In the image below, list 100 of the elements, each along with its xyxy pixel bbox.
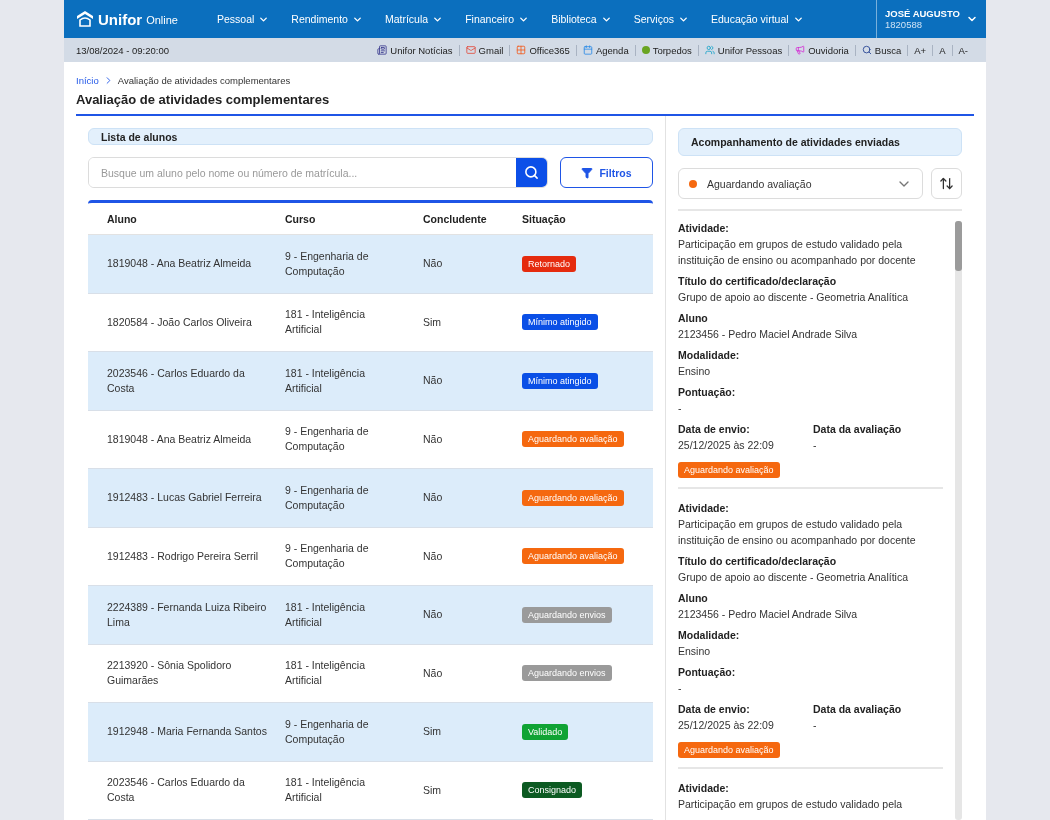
quick-link[interactable]: Busca bbox=[854, 44, 908, 56]
status-badge: Mínimo atingido bbox=[522, 314, 598, 331]
field-value: - bbox=[813, 438, 818, 453]
table-row[interactable]: 1819048 - Ana Beatriz Almeida 9 - Engenharia de Computação Não Retornado bbox=[88, 235, 653, 294]
table-cell-text: Não bbox=[423, 490, 444, 506]
table-cell-text: Sim bbox=[423, 724, 443, 740]
table-row[interactable]: 2224389 - Fernanda Luiza Ribeiro Lima 181 - Inteligência Artificial Não Aguardando envios bbox=[88, 586, 653, 645]
status-badge: Aguardando avaliação bbox=[522, 431, 624, 448]
breadcrumb-link[interactable]: Início bbox=[76, 75, 99, 86]
status-badge: Validado bbox=[522, 723, 569, 740]
column-header: Situação bbox=[522, 212, 567, 225]
field-value: 25/12/2025 às 22:09 bbox=[678, 718, 775, 733]
logo-suffix: Online bbox=[146, 14, 178, 26]
status-badge: Consignado bbox=[522, 782, 583, 799]
table-cell-text: 2023546 - Carlos Eduardo da Costa bbox=[107, 365, 246, 396]
table-cell-text: 1912483 - Rodrigo Pereira Serril bbox=[107, 548, 260, 564]
table-cell-text: 1819048 - Ana Beatriz Almeida bbox=[107, 256, 253, 272]
page-title: Avaliação de atividades complementares bbox=[76, 92, 974, 116]
table-cell-text: Não bbox=[423, 256, 444, 272]
field-label: Data de envio: bbox=[678, 702, 751, 717]
table-cell-text: 2023546 - Carlos Eduardo da Costa bbox=[107, 775, 246, 806]
field-value: Grupo de apoio ao discente - Geometria Analítica bbox=[678, 290, 909, 305]
field-label: Título do certificado/declaração bbox=[678, 554, 838, 569]
table-cell-text: Não bbox=[423, 548, 444, 564]
table-cell-text: 1912483 - Lucas Gabriel Ferreira bbox=[107, 490, 263, 506]
field-label: Atividade: bbox=[678, 781, 730, 796]
field-label: Atividade: bbox=[678, 501, 730, 516]
field-label: Aluno bbox=[678, 591, 709, 606]
quick-link[interactable]: Agenda bbox=[575, 44, 635, 56]
field-value: Participação em grupos de estudo validado pela bbox=[678, 797, 904, 812]
search-field[interactable]: Busque um aluno pelo nome ou número de matrícula... bbox=[88, 157, 548, 188]
table-cell-text: 9 - Engenharia de Computação bbox=[285, 248, 370, 279]
table-cell-text: 181 - Inteligência Artificial bbox=[285, 365, 366, 396]
field-value: Participação em grupos de estudo validado pela instituição de ensino ou acompanhado por docente bbox=[678, 517, 917, 548]
section-header: Acompanhamento de atividades enviadas bbox=[678, 128, 962, 156]
quick-link[interactable]: A bbox=[932, 44, 952, 56]
status-badge: Mínimo atingido bbox=[522, 372, 598, 389]
table-row[interactable]: 2023546 - Carlos Eduardo da Costa 181 - Inteligência Artificial Não Mínimo atingido bbox=[88, 352, 653, 411]
field-value: 2123456 - Pedro Maciel Andrade Silva bbox=[678, 607, 859, 622]
nav-menu-item[interactable]: Rendimento bbox=[280, 13, 374, 25]
table-cell-text: 181 - Inteligência Artificial bbox=[285, 307, 366, 338]
field-value: Ensino bbox=[678, 644, 712, 659]
field-label: Título do certificado/declaração bbox=[678, 274, 838, 289]
nav-menu-item[interactable]: Financeiro bbox=[454, 13, 541, 25]
table-cell-text: Sim bbox=[423, 782, 443, 798]
field-label: Modalidade: bbox=[678, 628, 741, 643]
table-row[interactable]: 1912483 - Lucas Gabriel Ferreira 9 - Engenharia de Computação Não Aguardando avaliação bbox=[88, 469, 653, 528]
table-cell-text: Não bbox=[423, 665, 444, 681]
field-value: Participação em grupos de estudo validado pela instituição de ensino ou acompanhado por docente bbox=[678, 237, 917, 268]
user-id: 1820588 bbox=[885, 19, 923, 30]
status-badge: Aguardando avaliação bbox=[522, 548, 624, 565]
table-cell-text: Não bbox=[423, 607, 444, 623]
table-cell-text: 1820584 - João Carlos Oliveira bbox=[107, 314, 253, 330]
field-label: Aluno bbox=[678, 311, 709, 326]
field-value: Ensino bbox=[678, 364, 712, 379]
quick-link[interactable]: Gmail bbox=[458, 44, 510, 56]
field-value: 2123456 - Pedro Maciel Andrade Silva bbox=[678, 327, 859, 342]
table-cell-text: 1912948 - Maria Fernanda Santos bbox=[107, 724, 268, 740]
column-header: Aluno bbox=[107, 212, 138, 225]
field-label: Data de envio: bbox=[678, 422, 751, 437]
table-cell-text: 2224389 - Fernanda Luiza Ribeiro Lima bbox=[107, 599, 268, 630]
nav-menu-item[interactable]: Biblioteca bbox=[540, 13, 623, 25]
logo-name: Unifor bbox=[98, 10, 143, 28]
column-header: Concludente bbox=[423, 212, 488, 225]
field-label: Data da avaliação bbox=[813, 702, 903, 717]
table-cell-text: 181 - Inteligência Artificial bbox=[285, 775, 366, 806]
nav-menu-item[interactable]: Serviços bbox=[622, 13, 700, 25]
quick-link[interactable]: Unifor Notícias bbox=[371, 44, 459, 56]
quick-link[interactable]: Unifor Pessoas bbox=[697, 44, 789, 56]
status-badge: Aguardando avaliação bbox=[522, 489, 624, 506]
status-badge: Aguardando envios bbox=[522, 606, 612, 623]
quick-link[interactable]: Ouvidoria bbox=[788, 44, 855, 56]
quick-link[interactable]: A- bbox=[951, 44, 974, 56]
table-cell-text: 2213920 - Sônia Spolidoro Guimarães bbox=[107, 658, 233, 689]
status-badge: Aguardando avaliação bbox=[678, 742, 780, 758]
table-cell-text: 181 - Inteligência Artificial bbox=[285, 599, 366, 630]
table-cell-text: Não bbox=[423, 431, 444, 447]
quick-link[interactable]: Office365 bbox=[509, 44, 576, 56]
status-badge: Retornado bbox=[522, 255, 577, 272]
quick-link[interactable]: Torpedos bbox=[634, 44, 698, 56]
section-header: Lista de alunos bbox=[88, 128, 653, 145]
nav-menu-item[interactable]: Pessoal bbox=[205, 13, 281, 25]
nav-menu-item[interactable]: Educação virtual bbox=[699, 13, 815, 25]
table-row[interactable]: 1912948 - Maria Fernanda Santos 9 - Engenharia de Computação Sim Validado bbox=[88, 703, 653, 762]
table-cell-text: Não bbox=[423, 373, 444, 389]
filter-button[interactable]: Filtros bbox=[560, 157, 653, 188]
status-select[interactable]: Aguardando avaliação bbox=[678, 168, 923, 199]
field-label: Pontuação: bbox=[678, 385, 737, 400]
field-value: - bbox=[678, 681, 683, 696]
column-header: Curso bbox=[285, 212, 317, 225]
date-time: 13/08/2024 - 09:20:00 bbox=[76, 44, 170, 56]
status-badge: Aguardando envios bbox=[522, 665, 612, 682]
status-badge: Aguardando avaliação bbox=[678, 462, 780, 478]
table-cell-text: 9 - Engenharia de Computação bbox=[285, 482, 370, 513]
quick-link[interactable]: A+ bbox=[907, 44, 933, 56]
nav-menu-item[interactable]: Matrícula bbox=[373, 13, 455, 25]
field-label: Pontuação: bbox=[678, 665, 737, 680]
breadcrumb-current: Avaliação de atividades complementares bbox=[117, 75, 291, 86]
table-cell-text: 9 - Engenharia de Computação bbox=[285, 424, 370, 455]
field-label: Atividade: bbox=[678, 221, 730, 236]
